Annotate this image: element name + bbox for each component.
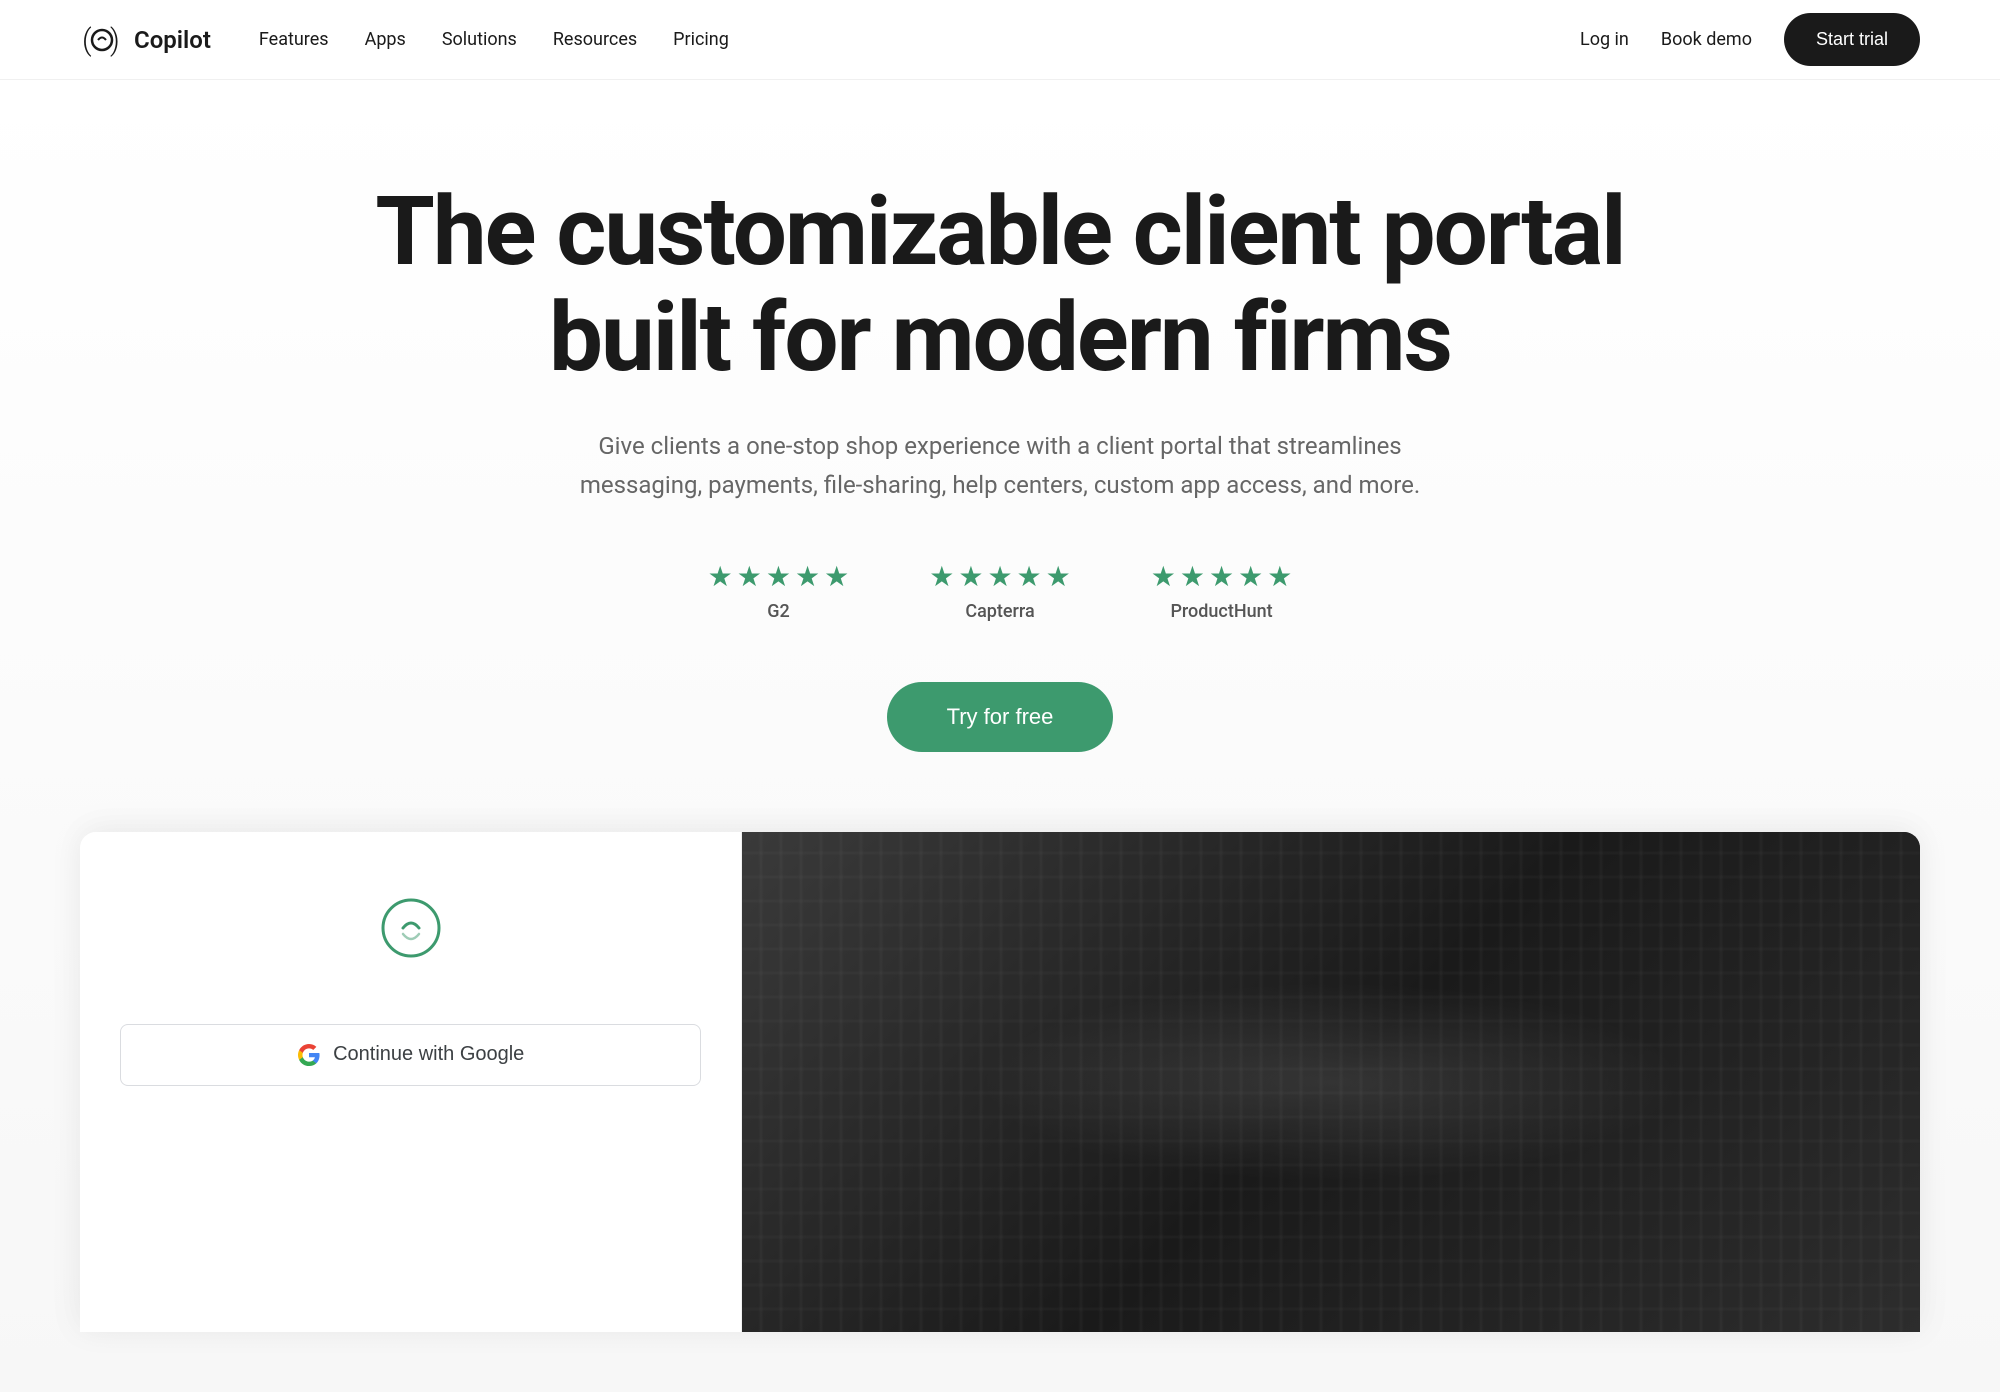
star-4: ★ [1017,560,1042,593]
ratings-group: ★ ★ ★ ★ ★ G2 ★ ★ ★ ★ ★ Capterra ★ ★ ★ [708,560,1293,622]
rating-g2: ★ ★ ★ ★ ★ G2 [708,560,850,622]
hero-title: The customizable client portal built for… [300,180,1700,391]
nav-links: Features Apps Solutions Resources Pricin… [259,29,729,50]
demo-preview: Continue with Google [80,832,1920,1332]
star-1: ★ [708,560,733,593]
nav-left: ( ) Copilot Features Apps Solutions Reso… [80,18,729,62]
svg-text:): ) [110,23,120,58]
stars-g2: ★ ★ ★ ★ ★ [708,560,850,593]
nav-item-pricing[interactable]: Pricing [673,29,729,50]
star-5: ★ [1267,560,1292,593]
try-for-free-button[interactable]: Try for free [887,682,1114,752]
star-3: ★ [1209,560,1234,593]
star-3: ★ [987,560,1012,593]
logo-text: Copilot [134,26,211,54]
google-icon [297,1043,321,1067]
star-5: ★ [1046,560,1071,593]
demo-copilot-icon [375,892,447,964]
nav-item-features[interactable]: Features [259,29,329,50]
keyboard-glow [978,982,1685,1182]
start-trial-button[interactable]: Start trial [1784,13,1920,66]
demo-background [742,832,1920,1332]
nav-item-solutions[interactable]: Solutions [442,29,517,50]
demo-signin-panel: Continue with Google [80,832,742,1332]
google-signin-button[interactable]: Continue with Google [120,1024,701,1086]
logo[interactable]: ( ) Copilot [80,18,211,62]
hero-subtitle: Give clients a one-stop shop experience … [550,427,1450,504]
star-2: ★ [737,560,762,593]
rating-producthunt-label: ProductHunt [1170,601,1272,622]
stars-capterra: ★ ★ ★ ★ ★ [929,560,1071,593]
stars-producthunt: ★ ★ ★ ★ ★ [1151,560,1293,593]
nav-item-resources[interactable]: Resources [553,29,637,50]
star-5: ★ [824,560,849,593]
hero-section: The customizable client portal built for… [0,80,2000,1392]
google-signin-label: Continue with Google [333,1043,524,1066]
star-1: ★ [1151,560,1176,593]
star-4: ★ [1238,560,1263,593]
rating-g2-label: G2 [767,601,790,622]
login-link[interactable]: Log in [1580,29,1629,50]
rating-capterra: ★ ★ ★ ★ ★ Capterra [929,560,1071,622]
nav-item-apps[interactable]: Apps [365,29,406,50]
star-1: ★ [929,560,954,593]
svg-text:(: ( [82,23,92,58]
star-2: ★ [958,560,983,593]
rating-capterra-label: Capterra [965,601,1034,622]
rating-producthunt: ★ ★ ★ ★ ★ ProductHunt [1151,560,1293,622]
star-3: ★ [766,560,791,593]
star-2: ★ [1180,560,1205,593]
demo-product-visual [742,832,1920,1332]
book-demo-link[interactable]: Book demo [1661,29,1752,50]
star-4: ★ [795,560,820,593]
nav-right: Log in Book demo Start trial [1580,13,1920,66]
navbar: ( ) Copilot Features Apps Solutions Reso… [0,0,2000,80]
copilot-logo-icon: ( ) [80,18,124,62]
